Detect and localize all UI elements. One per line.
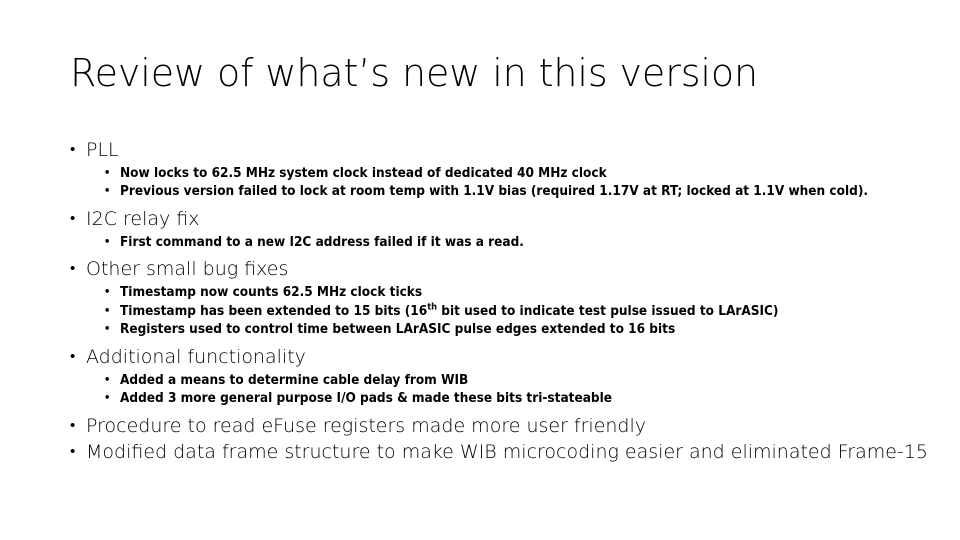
- sub-bullet-item: • First command to a new I2C address fai…: [62, 233, 942, 252]
- level2-list: • Now locks to 62.5 MHz system clock ins…: [62, 164, 942, 201]
- slide-body: • PLL • Now locks to 62.5 MHz system clo…: [62, 138, 942, 471]
- bullet-item-additional-functionality: • Additional functionality: [62, 345, 942, 370]
- bullet-text: Modified data frame structure to make WI…: [86, 441, 928, 464]
- bullet-group-other-small-bug-fixes: • Other small bug fixes • Timestamp now …: [62, 257, 942, 339]
- sub-bullet-item: • Now locks to 62.5 MHz system clock ins…: [62, 164, 942, 183]
- sub-bullet-text: First command to a new I2C address faile…: [120, 233, 524, 250]
- sub-bullet-text-before: Timestamp has been extended to 15 bits (…: [120, 302, 428, 319]
- sub-bullet-text: Added a means to determine cable delay f…: [120, 371, 469, 388]
- bullet-glyph-icon: •: [104, 391, 111, 405]
- level1-list: • Other small bug fixes: [62, 257, 942, 282]
- level1-list: • Additional functionality: [62, 345, 942, 370]
- bullet-glyph-icon: •: [70, 346, 76, 365]
- bullet-item-efuse-procedure: • Procedure to read eFuse registers made…: [62, 414, 942, 439]
- bullet-glyph-icon: •: [70, 208, 76, 227]
- sub-bullet-item: • Timestamp now counts 62.5 MHz clock ti…: [62, 283, 942, 302]
- bullet-group-i2c-relay-fix: • I2C relay fix • First command to a new…: [62, 207, 942, 251]
- slide: Review of what’s new in this version • P…: [0, 0, 960, 540]
- sub-bullet-text: Registers used to control time between L…: [120, 321, 676, 338]
- sub-bullet-text: Timestamp now counts 62.5 MHz clock tick…: [120, 283, 423, 300]
- bullet-glyph-icon: •: [104, 303, 111, 317]
- bullet-glyph-icon: •: [70, 140, 76, 158]
- sub-bullet-text-after: bit used to indicate test pulse issued t…: [437, 302, 779, 319]
- bullet-glyph-icon: •: [104, 165, 111, 179]
- bullet-glyph-icon: •: [70, 259, 76, 278]
- bullet-glyph-icon: •: [104, 284, 111, 298]
- bullet-text: Additional functionality: [86, 345, 306, 368]
- bullet-text: PLL: [86, 139, 119, 161]
- sub-bullet-text: Now locks to 62.5 MHz system clock inste…: [120, 164, 607, 181]
- sub-bullet-item: • Timestamp has been extended to 15 bits…: [62, 302, 942, 321]
- bullet-glyph-icon: •: [70, 442, 76, 461]
- level1-list: • Procedure to read eFuse registers made…: [62, 414, 942, 465]
- level2-list: • Added a means to determine cable delay…: [62, 371, 942, 408]
- level1-list: • I2C relay fix: [62, 207, 942, 232]
- ordinal-suffix: th: [427, 301, 438, 313]
- sub-bullet-item: • Added a means to determine cable delay…: [62, 371, 942, 390]
- bullet-text: Other small bug fixes: [86, 258, 289, 281]
- slide-title: Review of what’s new in this version: [70, 51, 759, 95]
- sub-bullet-item: • Registers used to control time between…: [62, 320, 942, 339]
- bullet-item-modified-data-frame: • Modified data frame structure to make …: [62, 440, 942, 465]
- bullet-glyph-icon: •: [104, 372, 111, 386]
- bullet-glyph-icon: •: [104, 322, 111, 336]
- bullet-item-other-small-bug-fixes: • Other small bug fixes: [62, 257, 942, 282]
- bullet-group-pll: • PLL • Now locks to 62.5 MHz system clo…: [62, 138, 942, 201]
- bullet-item-i2c-relay-fix: • I2C relay fix: [62, 207, 942, 232]
- level2-list: • First command to a new I2C address fai…: [62, 233, 942, 252]
- sub-bullet-text-rich: Timestamp has been extended to 15 bits (…: [120, 301, 779, 319]
- bullet-group-additional-functionality: • Additional functionality • Added a mea…: [62, 345, 942, 408]
- sub-bullet-text: Added 3 more general purpose I/O pads & …: [120, 390, 612, 407]
- bullet-item-pll: • PLL: [62, 138, 942, 163]
- bullet-glyph-icon: •: [70, 415, 76, 434]
- bullet-text: Procedure to read eFuse registers made m…: [86, 414, 647, 437]
- bullet-group-trailing: • Procedure to read eFuse registers made…: [62, 414, 942, 465]
- level2-list: • Timestamp now counts 62.5 MHz clock ti…: [62, 283, 942, 339]
- sub-bullet-item: • Added 3 more general purpose I/O pads …: [62, 389, 942, 408]
- bullet-glyph-icon: •: [104, 184, 111, 198]
- bullet-glyph-icon: •: [104, 234, 111, 248]
- sub-bullet-item: • Previous version failed to lock at roo…: [62, 182, 942, 201]
- sub-bullet-text: Previous version failed to lock at room …: [120, 183, 868, 200]
- bullet-text: I2C relay fix: [86, 207, 200, 230]
- level1-list: • PLL: [62, 138, 942, 163]
